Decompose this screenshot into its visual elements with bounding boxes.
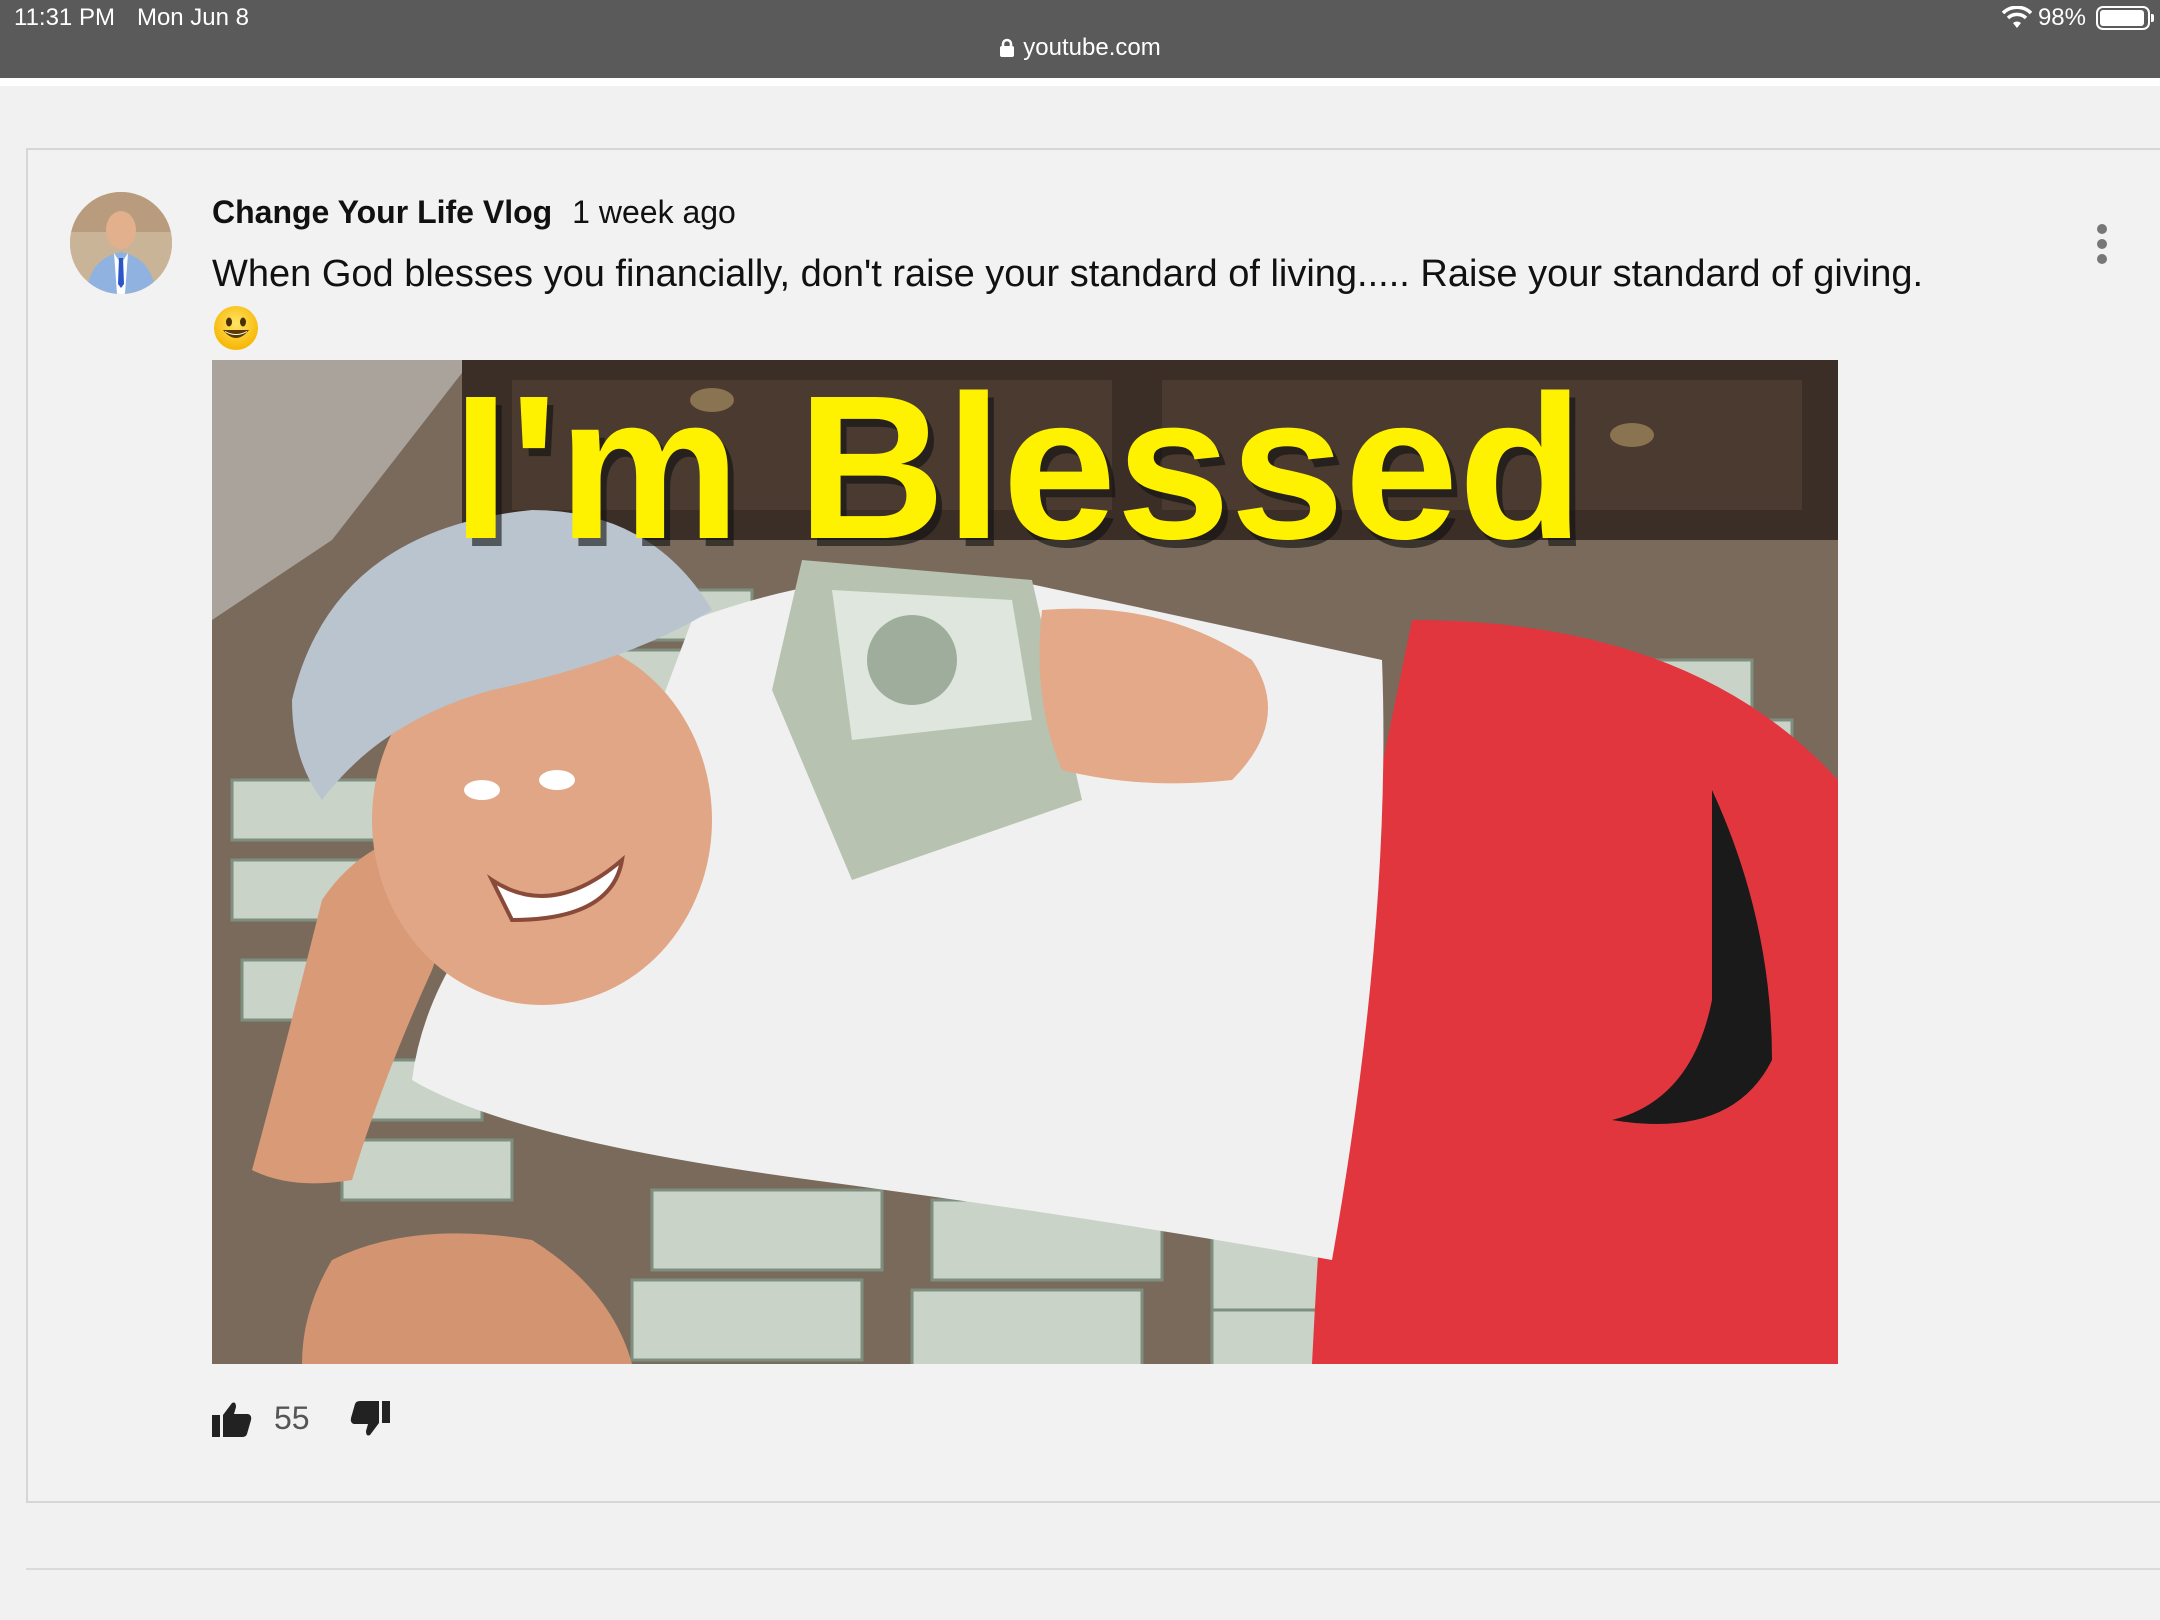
post-time[interactable]: 1 week ago (572, 194, 736, 230)
post-actions: 55 (212, 1400, 390, 1437)
section-divider (26, 1568, 2160, 1570)
thumb-up-icon[interactable] (212, 1401, 252, 1437)
thumb-down-icon[interactable] (350, 1400, 390, 1437)
battery-icon (2096, 6, 2154, 30)
header-separator (0, 78, 2160, 86)
status-bar: 11:31 PM Mon Jun 8 98% youtube.com (0, 0, 2160, 78)
status-time: 11:31 PM (14, 4, 115, 31)
status-time-date: 11:31 PM Mon Jun 8 (14, 4, 271, 32)
post-header: Change Your Life Vlog 1 week ago (212, 194, 736, 231)
status-date: Mon Jun 8 (136, 4, 250, 31)
post-image[interactable]: I'm Blessed I'm Blessed (212, 360, 1838, 1364)
post-body: When God blesses you financially, don't … (212, 248, 2072, 352)
thumbnail-headline: I'm Blessed (452, 360, 1583, 582)
status-right: 98% (2001, 4, 2154, 32)
url-text: youtube.com (1023, 34, 1161, 61)
battery-percent: 98% (2037, 4, 2086, 31)
channel-name[interactable]: Change Your Life Vlog (212, 194, 552, 230)
lock-icon (1000, 38, 1015, 57)
more-vert-icon[interactable] (2090, 222, 2114, 266)
post-text: When God blesses you financially, don't … (212, 253, 1924, 295)
wifi-icon (2001, 6, 2032, 28)
like-count: 55 (274, 1400, 310, 1436)
channel-avatar[interactable] (70, 192, 172, 294)
address-bar[interactable]: youtube.com (0, 34, 2160, 62)
grinning-face-icon (214, 306, 258, 350)
